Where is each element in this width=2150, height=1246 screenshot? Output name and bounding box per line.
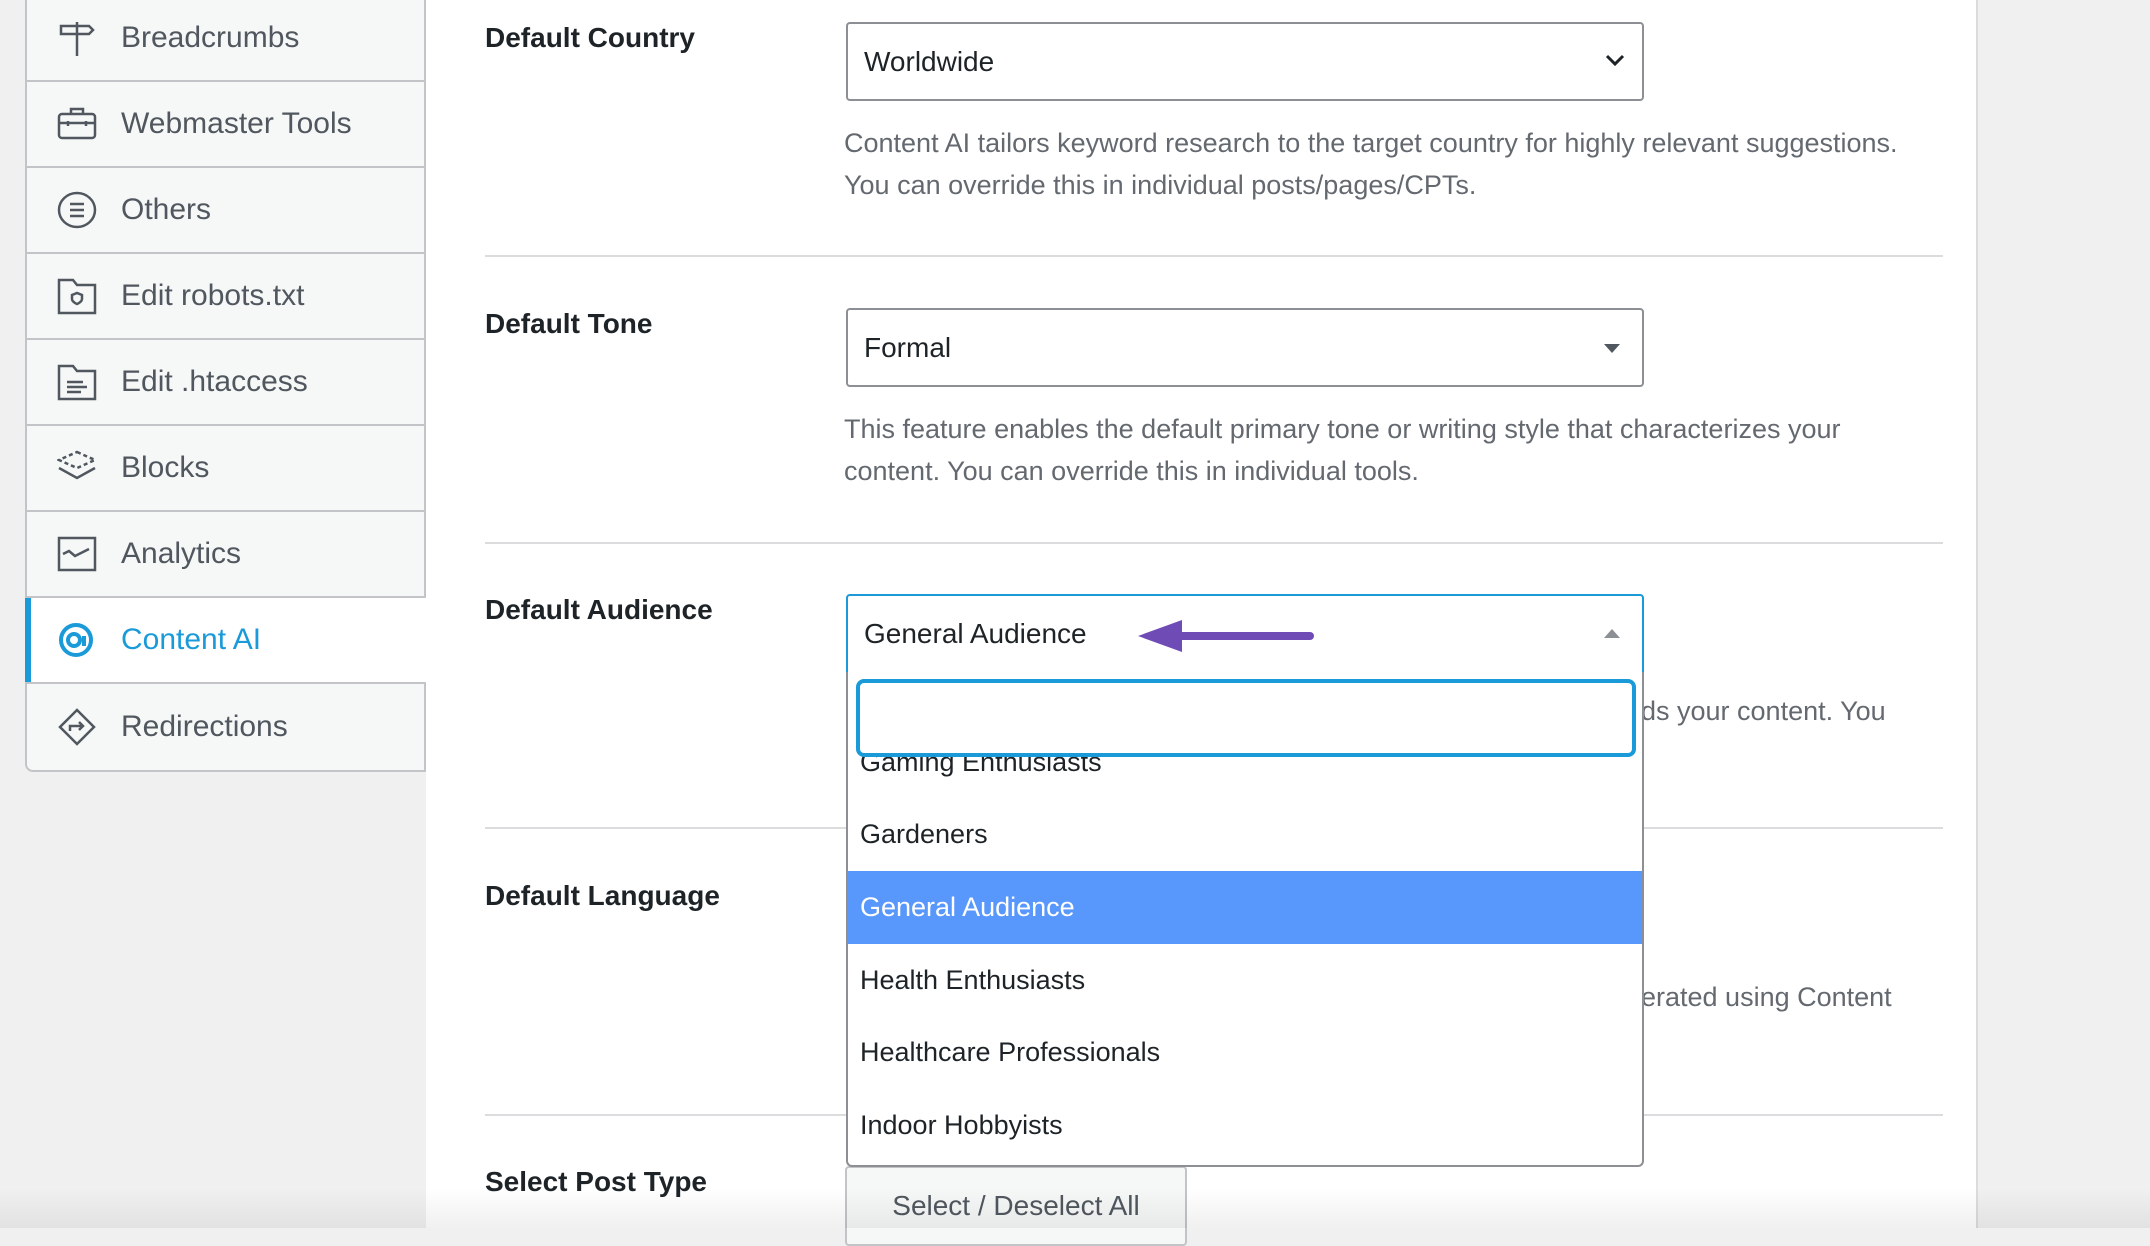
default-audience-value: General Audience — [864, 618, 1087, 649]
sidebar-item-label: Analytics — [121, 537, 242, 570]
sidebar-item-label: Edit robots.txt — [121, 279, 305, 312]
sidebar-item-label: Blocks — [121, 451, 210, 484]
analytics-icon — [57, 536, 97, 572]
audience-dropdown: Gaming Enthusiasts Gardeners General Aud… — [846, 672, 1644, 1167]
audience-option[interactable]: Healthcare Professionals — [848, 1016, 1642, 1089]
default-tone-value: Formal — [864, 331, 952, 363]
select-post-type-label: Select Post Type — [485, 1166, 708, 1197]
default-country-select[interactable]: Worldwide — [846, 22, 1644, 101]
content-ai-icon — [59, 623, 93, 657]
settings-sidebar: Breadcrumbs Webmaster Tools Others Edit … — [25, 0, 426, 772]
default-country-label: Default Country — [485, 22, 695, 53]
default-audience-help: ds your content. You — [1641, 696, 1886, 726]
sidebar-item-content-ai[interactable]: Content AI — [25, 598, 426, 684]
redirect-icon — [58, 708, 96, 746]
toolbox-icon — [57, 107, 97, 140]
signpost-icon — [59, 22, 95, 56]
select-deselect-all-button[interactable]: Select / Deselect All — [845, 1166, 1187, 1246]
audience-option[interactable]: Gardeners — [848, 799, 1642, 872]
default-audience-select[interactable]: General Audience — [846, 594, 1644, 674]
sidebar-item-label: Redirections — [121, 710, 288, 743]
folder-text-icon — [57, 364, 97, 401]
arrow-annotation-icon — [1138, 620, 1314, 652]
sidebar-item-label: Content AI — [121, 623, 262, 656]
default-country-help: Content AI tailors keyword research to t… — [844, 128, 1898, 200]
default-language-label: Default Language — [485, 880, 720, 911]
default-audience-label: Default Audience — [485, 594, 713, 625]
default-country-value: Worldwide — [864, 45, 995, 77]
audience-option[interactable]: Health Enthusiasts — [848, 944, 1642, 1017]
sidebar-item-blocks[interactable]: Blocks — [27, 426, 426, 512]
sidebar-item-label: Breadcrumbs — [121, 21, 300, 54]
divider — [485, 255, 1943, 257]
sidebar-item-webmaster-tools[interactable]: Webmaster Tools — [27, 82, 426, 168]
audience-options: Gaming Enthusiasts Gardeners General Aud… — [848, 726, 1642, 1162]
chevron-down-icon — [1605, 54, 1625, 67]
audience-option-selected[interactable]: General Audience — [848, 871, 1642, 944]
sidebar-item-edit-robots[interactable]: Edit robots.txt — [27, 254, 426, 340]
sidebar-item-analytics[interactable]: Analytics — [27, 512, 426, 598]
blocks-icon — [57, 450, 97, 480]
default-tone-label: Default Tone — [485, 308, 653, 339]
default-language-help: erated using Content — [1641, 982, 1892, 1012]
sidebar-item-label: Edit .htaccess — [121, 365, 308, 398]
sidebar-item-edit-htaccess[interactable]: Edit .htaccess — [27, 340, 426, 426]
sidebar-item-breadcrumbs[interactable]: Breadcrumbs — [27, 0, 426, 82]
audience-option[interactable]: Indoor Hobbyists — [848, 1089, 1642, 1162]
sidebar-item-redirections[interactable]: Redirections — [27, 684, 426, 770]
sidebar-item-label: Webmaster Tools — [121, 107, 352, 140]
divider — [485, 542, 1943, 544]
caret-down-icon — [1604, 343, 1620, 353]
settings-panel: Default Country Worldwide Content AI tai… — [426, 0, 1978, 1246]
audience-search-input[interactable] — [856, 679, 1636, 757]
folder-shield-icon — [57, 278, 97, 315]
default-tone-help: This feature enables the default primary… — [844, 414, 1841, 486]
caret-up-icon — [1604, 629, 1620, 638]
list-circle-icon — [57, 191, 97, 229]
sidebar-item-label: Others — [121, 193, 212, 226]
default-tone-select[interactable]: Formal — [846, 308, 1644, 387]
sidebar-item-others[interactable]: Others — [27, 168, 426, 254]
